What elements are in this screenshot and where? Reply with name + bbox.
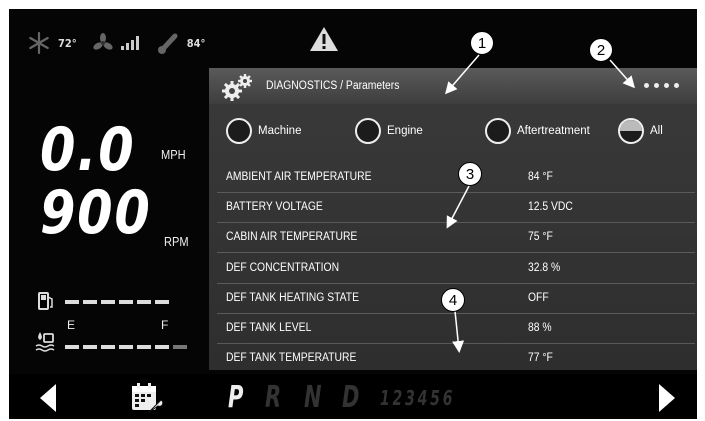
gear-ranges: 123456 xyxy=(380,386,456,410)
filter-aftertreatment[interactable]: Aftertreatment xyxy=(485,118,590,144)
gear-park[interactable]: P xyxy=(228,380,243,415)
rpm-readout: 900 xyxy=(40,178,152,248)
fan-icon xyxy=(93,33,113,53)
parameter-value: 88 % xyxy=(528,322,552,334)
filter-row: Machine Engine Aftertreatment All xyxy=(209,108,697,158)
parameter-name: DEF TANK HEATING STATE xyxy=(226,292,360,304)
parameter-name: CABIN AIR TEMPERATURE xyxy=(226,231,358,243)
callout-2: 2 xyxy=(589,38,613,62)
rpm-unit: RPM xyxy=(164,234,189,249)
right-arrow-icon[interactable] xyxy=(657,383,677,413)
parameter-row[interactable]: CABIN AIR TEMPERATURE 75 °F xyxy=(217,222,695,253)
parameter-value: 75 °F xyxy=(528,231,553,243)
parameter-value: 84 °F xyxy=(528,171,553,183)
signal-bars-icon xyxy=(120,36,139,50)
diagnostics-title: DIAGNOSTICS / Parameters xyxy=(266,80,400,92)
gauge-empty-label: E xyxy=(67,318,76,332)
screen: 72° 84° 0.0 MPH 900 RPM E F DIAGNOSTICS … xyxy=(0,0,705,421)
filter-label: All xyxy=(650,125,663,137)
outside-temperature: 72° xyxy=(58,36,77,50)
callout-4: 4 xyxy=(441,288,465,312)
diagnostics-panel: DIAGNOSTICS / Parameters Machine Engine … xyxy=(209,68,697,370)
parameter-name: DEF TANK LEVEL xyxy=(226,322,312,334)
warning-icon[interactable] xyxy=(309,26,339,56)
parameter-name: DEF TANK TEMPERATURE xyxy=(226,352,357,364)
thermometer-icon xyxy=(157,32,179,54)
parameter-value: 32.8 % xyxy=(528,262,561,274)
parameter-row[interactable]: DEF CONCENTRATION 32.8 % xyxy=(217,253,695,284)
def-fluid-icon xyxy=(34,328,58,354)
gear-neutral[interactable]: N xyxy=(304,380,322,415)
gear-reverse[interactable]: R xyxy=(265,380,281,415)
filter-label: Aftertreatment xyxy=(517,125,590,137)
parameter-value: 77 °F xyxy=(528,352,553,364)
fuel-icon xyxy=(36,290,56,312)
radio-aftertreatment[interactable] xyxy=(485,118,511,144)
parameter-row[interactable]: BATTERY VOLTAGE 12.5 VDC xyxy=(217,192,695,223)
radio-all[interactable] xyxy=(618,118,644,144)
left-arrow-icon[interactable] xyxy=(38,383,58,413)
gears-icon xyxy=(222,73,256,101)
climate-status: 72° 84° xyxy=(28,18,208,68)
parameter-row[interactable]: DEF TANK TEMPERATURE 77 °F xyxy=(217,343,695,373)
parameter-row[interactable]: AMBIENT AIR TEMPERATURE 84 °F xyxy=(217,162,695,193)
gear-drive[interactable]: D xyxy=(342,380,359,415)
filter-label: Machine xyxy=(258,125,302,137)
gauge-full-label: F xyxy=(161,318,169,332)
more-options-button[interactable] xyxy=(644,83,679,88)
parameter-name: AMBIENT AIR TEMPERATURE xyxy=(226,171,372,183)
parameter-value: OFF xyxy=(528,292,549,304)
snowflake-icon xyxy=(28,32,50,54)
filter-label: Engine xyxy=(387,125,423,137)
parameter-row[interactable]: DEF TANK LEVEL 88 % xyxy=(217,313,695,344)
diagnostics-header: DIAGNOSTICS / Parameters xyxy=(209,68,697,104)
filter-machine[interactable]: Machine xyxy=(226,118,301,144)
filter-engine[interactable]: Engine xyxy=(355,118,423,144)
callout-3: 3 xyxy=(458,162,482,186)
speed-readout: 0.0 xyxy=(40,115,136,185)
def-gauge-bar xyxy=(65,345,187,349)
radio-engine[interactable] xyxy=(355,118,381,144)
filter-all[interactable]: All xyxy=(618,118,663,144)
calendar-wrench-icon[interactable] xyxy=(128,380,164,416)
callout-1: 1 xyxy=(470,31,494,55)
parameter-name: DEF CONCENTRATION xyxy=(226,262,340,274)
radio-machine[interactable] xyxy=(226,118,252,144)
speed-unit: MPH xyxy=(161,147,186,162)
parameter-value: 12.5 VDC xyxy=(528,201,573,213)
engine-temperature: 84° xyxy=(186,36,206,50)
parameter-name: BATTERY VOLTAGE xyxy=(226,201,323,213)
fuel-gauge-bar xyxy=(65,300,169,304)
